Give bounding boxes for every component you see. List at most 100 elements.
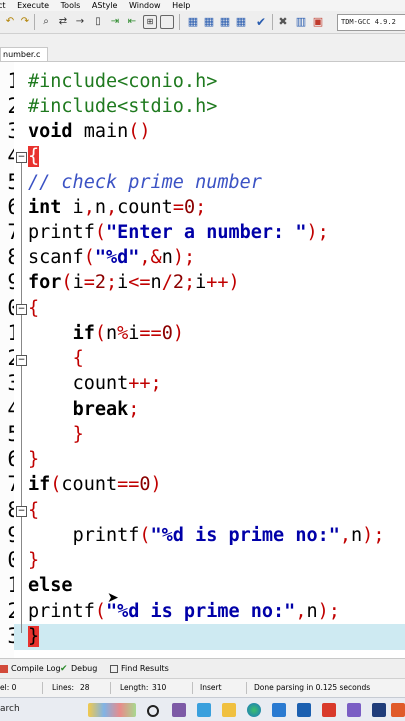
unindent-icon[interactable]: ⇤ [125,15,139,29]
code-line: void main() [28,121,151,142]
stop-icon[interactable]: ✖ [276,15,290,29]
file-explorer-icon[interactable] [222,703,236,717]
line-number: 8 [7,245,14,269]
code-line: int i,n,count=0; [28,197,207,218]
fold-toggle-icon[interactable]: − [16,304,27,315]
new-window-icon[interactable]: ⊞ [143,15,157,29]
line-number: 4 [7,144,14,168]
line-number: 9 [7,523,14,547]
app-icon[interactable] [172,703,186,717]
compile-run-icon[interactable]: ▦ [234,15,248,29]
status-length-value: 310 [152,683,167,692]
edge-icon[interactable] [247,703,261,717]
search-highlight-icon[interactable] [88,703,136,717]
line-number: 1 [7,69,14,93]
code-line: { [28,146,40,167]
status-lines-label: Lines: [52,683,75,692]
chart-icon[interactable]: ▥ [294,15,308,29]
find-results-icon [110,664,118,673]
find-results-tab[interactable]: Find Results [110,659,169,679]
status-lines-value: 28 [80,683,90,692]
code-line: printf("%d is prime no:",n); [72,525,385,546]
fold-toggle-icon[interactable]: − [16,355,27,366]
status-mode: Insert [200,683,222,692]
chat-icon[interactable] [197,703,211,717]
mail-icon[interactable] [297,703,311,717]
menu-item-window[interactable]: Window [129,1,161,10]
status-divider [110,682,111,694]
run-icon[interactable]: ▦ [218,15,232,29]
toolbar-divider [272,14,273,30]
menu-item-help[interactable]: Help [172,1,190,10]
compile-log-tab[interactable]: Compile Log [0,659,61,679]
line-number: 8 [7,498,14,522]
code-editor[interactable]: 1 2 3 4 5 6 7 8 9 0 1 2 3 4 5 6 7 8 9 0 … [0,62,405,658]
code-line: } [72,424,84,445]
debug-tab[interactable]: ✔ Debug [60,659,97,679]
app-icon[interactable] [347,703,361,717]
fold-toggle-icon[interactable]: − [16,152,27,163]
check-icon[interactable]: ✔ [254,15,268,29]
task-view-icon[interactable] [147,705,159,717]
app-icon[interactable] [391,703,405,717]
line-number: 1 [7,321,14,345]
menu-bar: ct Execute Tools AStyle Window Help [0,0,405,11]
fold-toggle-icon[interactable]: − [16,506,27,517]
code-line: #include<conio.h> [28,71,218,92]
find-icon[interactable]: ⌕ [39,15,53,29]
profile-icon[interactable]: ▣ [311,15,325,29]
code-line: printf("%d is prime no:",n); [28,601,340,622]
code-line: count++; [72,373,162,394]
undo-icon[interactable]: ↶ [3,15,17,29]
line-number: 3 [7,371,14,395]
replace-icon[interactable]: ⇄ [56,15,70,29]
code-line: #include<stdio.h> [28,96,218,117]
file-tab[interactable]: number.c [0,47,48,62]
code-line: if(count==0) [28,474,162,495]
status-divider [246,682,247,694]
store-icon[interactable] [272,703,286,717]
current-line-highlight [0,624,405,650]
bottom-panel-tabs: Compile Log ✔ Debug Find Results [0,658,405,679]
code-line: { [72,348,84,369]
menu-item-project[interactable]: ct [0,1,6,10]
toolbar: ↶ ↷ ⌕ ⇄ → ▯ ⇥ ⇤ ⊞ ▦ ▦ ▦ ▦ ✔ ✖ ▥ ▣ TDM-GC… [0,11,405,34]
bookmark-icon[interactable]: ▯ [91,15,105,29]
status-divider [192,682,193,694]
menu-item-astyle[interactable]: AStyle [92,1,118,10]
line-number: 0 [7,548,14,572]
line-number: 3 [7,624,14,648]
line-number: 4 [7,397,14,421]
code-line: // check prime number [28,172,262,193]
code-line: { [28,298,40,319]
line-number: 9 [7,270,14,294]
redo-icon[interactable]: ↷ [18,15,32,29]
office-icon[interactable] [322,703,336,717]
goto-icon[interactable]: → [73,15,87,29]
devcpp-icon[interactable] [372,703,386,717]
line-number: 2 [7,94,14,118]
code-line: if(n%i==0) [72,323,184,344]
taskbar-search[interactable]: arch [0,698,20,721]
code-line: { [28,500,40,521]
toolbar-divider [34,14,35,30]
file-tab-strip: number.c [0,34,405,62]
line-number: 3 [7,119,14,143]
status-bar: el: 0 Lines: 28 Length: 310 Insert Done … [0,678,405,697]
line-number: 1 [7,573,14,597]
status-column: el: 0 [0,683,17,692]
windows-taskbar: arch [0,697,405,721]
menu-item-execute[interactable]: Execute [17,1,49,10]
code-line: printf("Enter a number: "); [28,222,329,243]
code-line: scanf("%d",&n); [28,247,196,268]
grid-icon[interactable]: ▦ [186,15,200,29]
compiler-select[interactable]: TDM-GCC 4.9.2 [337,14,405,31]
indent-icon[interactable]: ⇥ [108,15,122,29]
code-line: else [28,575,73,596]
menu-item-tools[interactable]: Tools [61,1,81,10]
compile-icon[interactable]: ▦ [202,15,216,29]
tile-icon[interactable] [160,15,174,29]
code-line: } [28,626,40,647]
fold-guide [21,163,22,633]
code-line: } [28,550,40,571]
